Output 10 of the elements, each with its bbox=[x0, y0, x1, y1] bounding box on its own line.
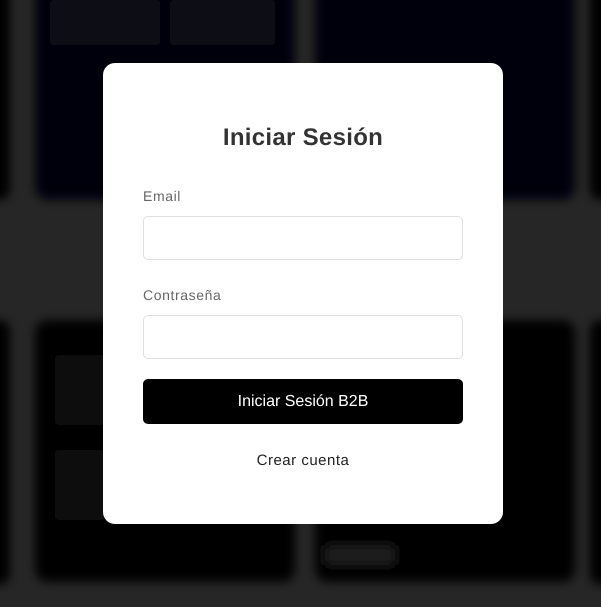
input-field[interactable] bbox=[143, 315, 463, 359]
field-label: Contraseña bbox=[143, 286, 222, 304]
input-field[interactable] bbox=[143, 216, 463, 260]
blurred-block bbox=[55, 450, 105, 520]
sign-in-button[interactable]: Iniciar Sesión B2B bbox=[143, 379, 463, 424]
blurred-block bbox=[325, 545, 395, 565]
field-label: Email bbox=[143, 187, 182, 205]
blurred-block bbox=[55, 355, 105, 425]
dialog-title: Iniciar Sesión bbox=[222, 123, 384, 153]
create-account-link[interactable]: Crear cuenta bbox=[256, 452, 350, 470]
